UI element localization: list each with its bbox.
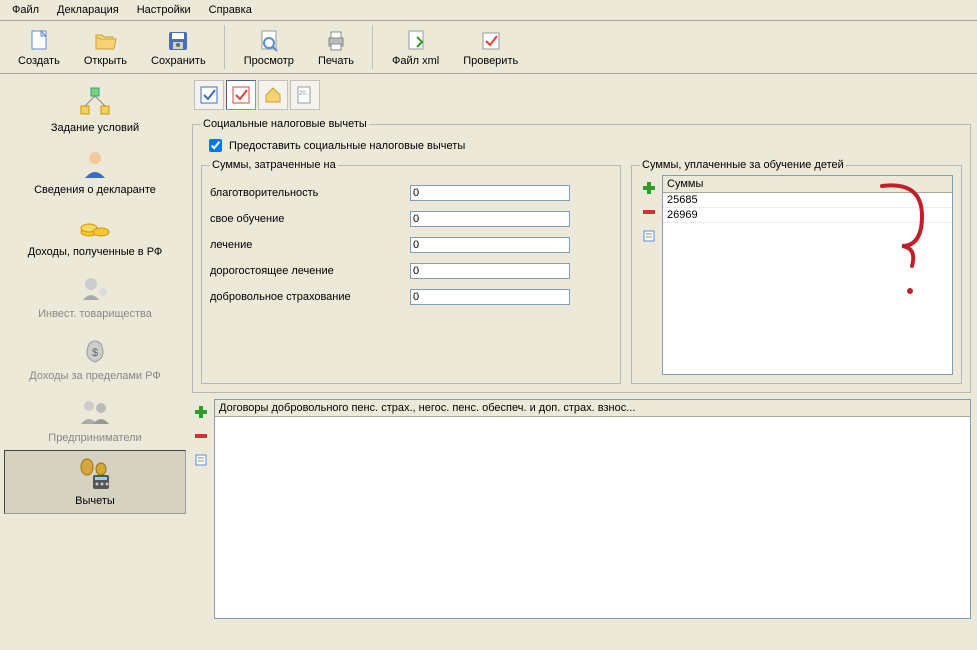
expensive-treatment-label: дорогостоящее лечение [210, 265, 410, 277]
menu-help[interactable]: Справка [201, 2, 260, 18]
toolbar: Создать Открыть Сохранить Просмотр Печат… [0, 21, 977, 74]
coins-icon [75, 208, 115, 244]
new-file-icon [23, 27, 55, 55]
person-icon [75, 146, 115, 182]
type-property-button[interactable] [258, 80, 288, 110]
own-education-label: свое обучение [210, 213, 410, 225]
group-icon [75, 394, 115, 430]
edit-child-sum-button[interactable] [640, 227, 658, 245]
sidebar-item-deductions[interactable]: Вычеты [4, 450, 186, 514]
sidebar-item-conditions[interactable]: Задание условий [4, 78, 186, 140]
expensive-treatment-input[interactable] [410, 263, 570, 279]
preview-icon [253, 27, 285, 55]
toolbar-separator [224, 25, 226, 69]
sidebar-item-invest[interactable]: Инвест. товарищества [4, 264, 186, 326]
toolbar-open[interactable]: Открыть [74, 25, 137, 69]
xml-file-icon [400, 27, 432, 55]
provide-social-checkbox[interactable] [209, 139, 222, 152]
list-item[interactable]: 26969 [663, 208, 952, 223]
children-education-fieldset: Суммы, уплаченные за обучение детей Сумм… [631, 159, 962, 384]
children-sums-list[interactable]: Суммы 25685 26969 [662, 175, 953, 375]
toolbar-new[interactable]: Создать [8, 25, 70, 69]
voluntary-insurance-label: добровольное страхование [210, 291, 410, 303]
fieldset-title: Социальные налоговые вычеты [201, 118, 369, 130]
save-disk-icon [162, 27, 194, 55]
sums-spent-fieldset: Суммы, затраченные на благотворительност… [201, 159, 621, 384]
list-item[interactable]: 25685 [663, 193, 952, 208]
menu-settings[interactable]: Настройки [129, 2, 199, 18]
type-losses-button[interactable]: 20.. [290, 80, 320, 110]
treatment-label: лечение [210, 239, 410, 251]
svg-text:$: $ [92, 347, 98, 359]
sidebar: Задание условий Сведения о декларанте До… [0, 74, 190, 649]
menubar: Файл Декларация Настройки Справка [0, 0, 977, 21]
children-list-header: Суммы [663, 176, 952, 193]
sidebar-item-entrepreneurs[interactable]: Предприниматели [4, 388, 186, 450]
social-deductions-fieldset: Социальные налоговые вычеты Предоставить… [192, 118, 971, 393]
charity-input[interactable] [410, 185, 570, 201]
toolbar-xml[interactable]: Файл xml [382, 25, 449, 69]
toolbar-separator [372, 25, 374, 69]
toolbar-preview[interactable]: Просмотр [234, 25, 304, 69]
provide-social-label: Предоставить социальные налоговые вычеты [229, 140, 465, 152]
menu-declaration[interactable]: Декларация [49, 2, 127, 18]
toolbar-save[interactable]: Сохранить [141, 25, 216, 69]
voluntary-insurance-input[interactable] [410, 289, 570, 305]
children-title: Суммы, уплаченные за обучение детей [640, 159, 846, 171]
contracts-list[interactable]: Договоры добровольного пенс. страх., нег… [214, 399, 971, 619]
svg-text:20..: 20.. [299, 91, 309, 97]
content-panel: 20.. Социальные налоговые вычеты Предост… [190, 74, 977, 649]
remove-contract-button[interactable] [192, 427, 210, 445]
money-bag-icon: $ [75, 332, 115, 368]
add-child-sum-button[interactable] [640, 179, 658, 197]
invest-icon [75, 270, 115, 306]
type-social-button[interactable] [226, 80, 256, 110]
charity-label: благотворительность [210, 187, 410, 199]
sidebar-item-income-abroad[interactable]: $ Доходы за пределами РФ [4, 326, 186, 388]
toolbar-check[interactable]: Проверить [453, 25, 528, 69]
edit-contract-button[interactable] [192, 451, 210, 469]
add-contract-button[interactable] [192, 403, 210, 421]
sums-title: Суммы, затраченные на [210, 159, 338, 171]
toolbar-print[interactable]: Печать [308, 25, 364, 69]
print-icon [320, 27, 352, 55]
conditions-icon [75, 84, 115, 120]
type-standard-button[interactable] [194, 80, 224, 110]
deduction-type-toolbar: 20.. [192, 78, 971, 112]
check-icon [475, 27, 507, 55]
treatment-input[interactable] [410, 237, 570, 253]
open-folder-icon [89, 27, 121, 55]
sidebar-item-income-rf[interactable]: Доходы, полученные в РФ [4, 202, 186, 264]
own-education-input[interactable] [410, 211, 570, 227]
deductions-icon [75, 457, 115, 493]
sidebar-item-declarant[interactable]: Сведения о декларанте [4, 140, 186, 202]
menu-file[interactable]: Файл [4, 2, 47, 18]
remove-child-sum-button[interactable] [640, 203, 658, 221]
contracts-list-header: Договоры добровольного пенс. страх., нег… [215, 400, 970, 417]
contracts-section: Договоры добровольного пенс. страх., нег… [192, 399, 971, 645]
